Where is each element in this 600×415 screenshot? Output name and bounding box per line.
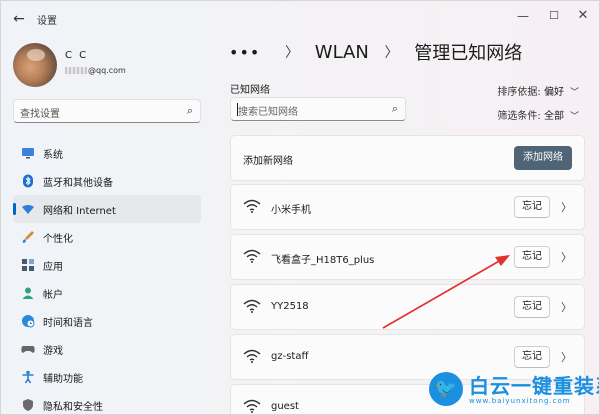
network-row[interactable]: 飞看盒子_H18T6_plus 忘记 〉 — [230, 234, 585, 280]
bluetooth-icon — [21, 174, 35, 188]
text-cursor — [237, 103, 238, 116]
chevron-right-icon: 〉 — [384, 45, 399, 61]
sidebar-item-label: 网络和 Internet — [43, 206, 116, 217]
add-network-label: 添加新网络 — [243, 156, 293, 167]
sort-label: 排序依据: — [497, 87, 541, 98]
user-email: @qq.com — [65, 66, 126, 75]
watermark: 🐦 白云一键重装系统 www.baiyunxitong.com — [429, 370, 599, 414]
sidebar-item-label: 帐户 — [43, 290, 63, 301]
maximize-button[interactable]: ☐ — [540, 5, 568, 27]
network-name: 飞看盒子_H18T6_plus — [271, 255, 375, 266]
network-name: gz-staff — [271, 351, 309, 362]
add-network-card: 添加新网络 添加网络 — [230, 135, 585, 181]
user-name: C C — [65, 50, 89, 61]
network-row[interactable]: 小米手机 忘记 〉 — [230, 184, 585, 230]
network-name: 小米手机 — [271, 205, 311, 216]
sort-value: 偏好 — [543, 87, 564, 98]
sidebar-item-apps[interactable]: 应用 — [13, 251, 201, 279]
bird-logo-icon: 🐦 — [429, 372, 463, 406]
sidebar-item-bluetooth[interactable]: 蓝牙和其他设备 — [13, 167, 201, 195]
forget-button[interactable]: 忘记 — [514, 296, 550, 318]
forget-button[interactable]: 忘记 — [514, 246, 550, 268]
minimize-button[interactable]: — — [509, 5, 537, 27]
watermark-url: www.baiyunxitong.com — [469, 397, 571, 405]
settings-window: ← 设置 — ☐ ✕ C C @qq.com 查找设置 ⌕ 系统 蓝牙和其他设备 — [0, 0, 600, 415]
network-name: guest — [271, 401, 299, 412]
wifi-icon — [243, 399, 261, 413]
forget-button[interactable]: 忘记 — [514, 346, 550, 368]
sidebar-item-label: 游戏 — [43, 346, 63, 357]
sidebar-item-label: 时间和语言 — [43, 318, 93, 329]
wifi-icon — [243, 299, 261, 313]
sidebar-item-label: 应用 — [43, 262, 63, 273]
filter-label: 筛选条件: — [497, 111, 541, 122]
wifi-icon — [243, 349, 261, 363]
accessibility-icon — [21, 370, 35, 384]
chevron-right-icon: 〉 — [285, 45, 300, 61]
wifi-icon — [243, 249, 261, 263]
brush-icon — [21, 230, 35, 244]
gamepad-icon — [21, 342, 35, 356]
sidebar-item-label: 隐私和安全性 — [43, 402, 103, 413]
sidebar-nav: 系统 蓝牙和其他设备 网络和 Internet 个性化 应用 帐户 时间和语言 … — [13, 139, 201, 414]
settings-search-input[interactable]: 查找设置 ⌕ — [13, 99, 201, 123]
sidebar-item-network[interactable]: 网络和 Internet — [13, 195, 201, 223]
sort-dropdown[interactable]: 排序依据: 偏好 ﹀ — [497, 83, 579, 98]
sidebar-item-gaming[interactable]: 游戏 — [13, 335, 201, 363]
known-networks-search-input[interactable]: 搜索已知网络 ⌕ — [230, 97, 406, 121]
wifi-diamond-icon — [21, 202, 35, 216]
filter-dropdown[interactable]: 筛选条件: 全部 ﹀ — [497, 107, 579, 122]
breadcrumb-more-button[interactable]: ••• — [229, 43, 260, 62]
sidebar-item-time-language[interactable]: 时间和语言 — [13, 307, 201, 335]
chevron-right-icon[interactable]: 〉 — [561, 199, 572, 215]
email-mask — [65, 67, 87, 74]
sidebar-item-accounts[interactable]: 帐户 — [13, 279, 201, 307]
chevron-right-icon[interactable]: 〉 — [561, 249, 572, 265]
forget-button[interactable]: 忘记 — [514, 196, 550, 218]
close-button[interactable]: ✕ — [569, 5, 597, 27]
filter-value: 全部 — [543, 111, 564, 122]
title-bar: ← 设置 — ☐ ✕ — [1, 1, 599, 35]
chevron-right-icon[interactable]: 〉 — [561, 299, 572, 315]
chevron-down-icon: ﹀ — [569, 88, 579, 98]
breadcrumb: ••• 〉 WLAN 〉 管理已知网络 — [229, 39, 522, 67]
network-name: YY2518 — [271, 301, 309, 312]
network-row[interactable]: YY2518 忘记 〉 — [230, 284, 585, 330]
sidebar-item-system[interactable]: 系统 — [13, 139, 201, 167]
known-networks-label: 已知网络 — [230, 85, 270, 96]
monitor-icon — [21, 146, 35, 160]
sidebar-item-label: 辅助功能 — [43, 374, 83, 385]
person-icon — [21, 286, 35, 300]
settings-search-placeholder: 查找设置 — [20, 109, 60, 120]
page-title: 管理已知网络 — [414, 43, 523, 64]
sidebar-item-label: 蓝牙和其他设备 — [43, 178, 113, 189]
breadcrumb-wlan[interactable]: WLAN — [315, 42, 369, 63]
globe-clock-icon — [21, 314, 35, 328]
user-email-suffix: @qq.com — [88, 66, 126, 75]
back-button[interactable]: ← — [9, 9, 29, 29]
chevron-right-icon[interactable]: 〉 — [561, 349, 572, 365]
app-title: 设置 — [37, 16, 57, 27]
sidebar-item-label: 个性化 — [43, 234, 73, 245]
watermark-text: 白云一键重装系统 — [469, 374, 599, 398]
known-networks-search-placeholder: 搜索已知网络 — [238, 107, 298, 118]
search-icon: ⌕ — [391, 102, 398, 115]
sidebar-item-label: 系统 — [43, 150, 63, 161]
shield-icon — [21, 398, 35, 412]
sidebar-item-privacy[interactable]: 隐私和安全性 — [13, 391, 201, 414]
sidebar-item-personalization[interactable]: 个性化 — [13, 223, 201, 251]
apps-icon — [21, 258, 35, 272]
avatar[interactable] — [13, 43, 57, 87]
add-network-button[interactable]: 添加网络 — [514, 146, 572, 170]
chevron-down-icon: ﹀ — [569, 112, 579, 122]
sidebar-item-accessibility[interactable]: 辅助功能 — [13, 363, 201, 391]
search-icon: ⌕ — [186, 104, 193, 117]
wifi-icon — [243, 199, 261, 213]
